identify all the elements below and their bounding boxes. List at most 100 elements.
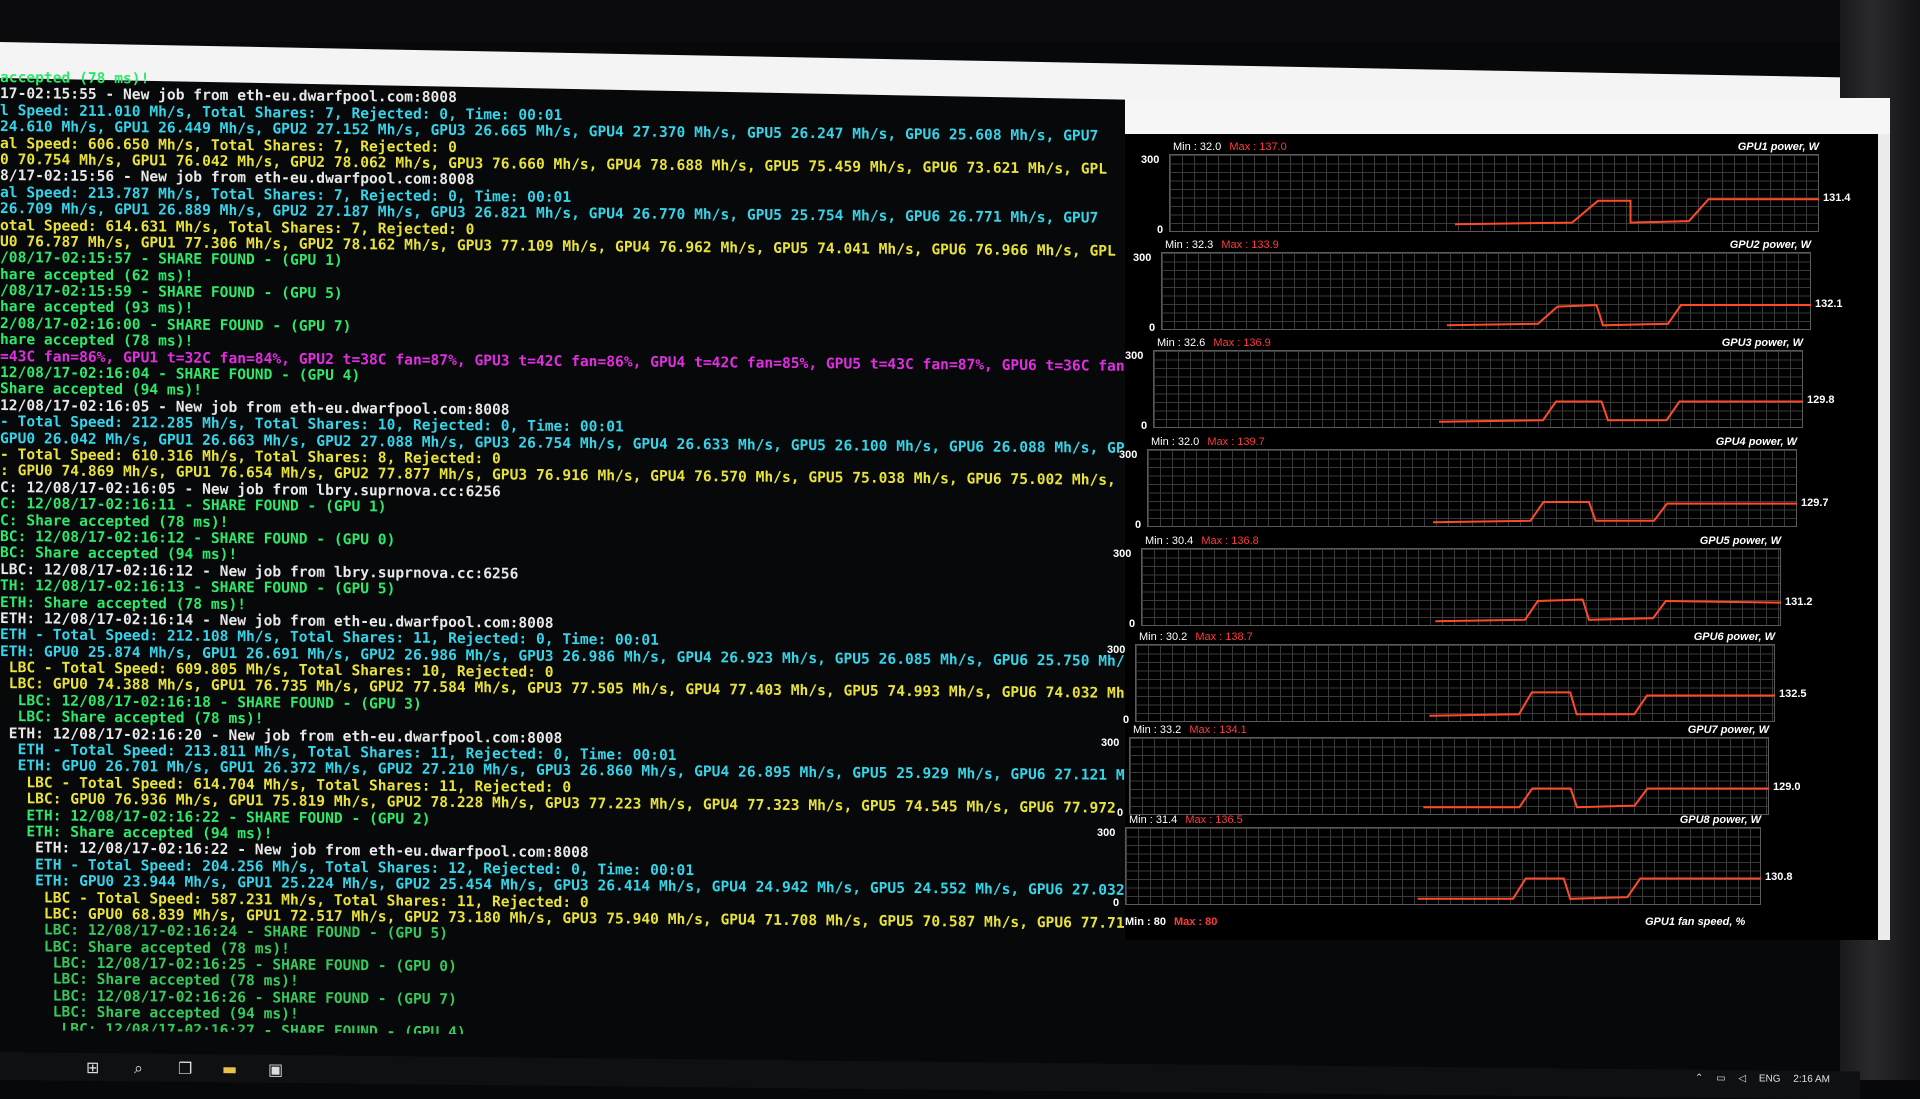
power-line-chart xyxy=(1417,877,1761,900)
max-value: Max : 138.7 xyxy=(1195,631,1253,643)
max-value: Max : 136.8 xyxy=(1201,535,1259,547)
min-value: Min : 32.0 xyxy=(1173,141,1222,153)
min-value: Min : 32.6 xyxy=(1157,337,1206,349)
windows-start-icon[interactable]: ⊞ xyxy=(86,1058,99,1077)
network-icon[interactable]: ▭ xyxy=(1716,1073,1725,1084)
axis-max-label: 300 xyxy=(1097,827,1116,839)
axis-min-label: 0 xyxy=(1123,714,1130,726)
power-series-line xyxy=(1429,691,1775,717)
current-value: 131.2 xyxy=(1785,595,1813,608)
gpu-monitor-title-bar[interactable] xyxy=(1125,98,1890,134)
min-value: Min : 32.0 xyxy=(1151,436,1200,448)
language-indicator[interactable]: ENG xyxy=(1759,1073,1781,1084)
power-line-chart xyxy=(1423,787,1769,809)
max-value: Max : 134.1 xyxy=(1189,724,1247,736)
fan-speed-readout: Min : 80 Max : 80 xyxy=(1125,916,1217,928)
system-tray: ⌃ ▭ ◁ ENG 2:16 AM xyxy=(1685,1073,1830,1085)
power-line-chart xyxy=(1454,198,1819,226)
min-max-readout: Min : 32.0 Max : 139.7 xyxy=(1151,436,1265,448)
axis-min-label: 0 xyxy=(1141,420,1148,432)
gpu-power-plot: 300 0 Min : 30.4 Max : 136.8 GPU5 power, W 13… xyxy=(1113,535,1813,630)
power-series-line xyxy=(1446,303,1811,327)
axis-min-label: 0 xyxy=(1149,322,1156,334)
plot-title: GPU6 power, W xyxy=(1693,631,1775,643)
plot-title: GPU4 power, W xyxy=(1715,436,1797,448)
gpu-monitor-scrollbar[interactable] xyxy=(1878,134,1890,940)
axis-max-label: 300 xyxy=(1113,548,1132,560)
power-line-chart xyxy=(1435,598,1781,623)
current-value: 132.5 xyxy=(1779,688,1807,701)
current-value: 129.7 xyxy=(1801,496,1829,509)
plot-title: GPU2 power, W xyxy=(1729,239,1811,251)
fan-plot-title: GPU1 fan speed, % xyxy=(1645,916,1746,928)
gpu-power-plot: 300 0 Min : 31.4 Max : 136.5 GPU8 power, W 13… xyxy=(1097,814,1793,909)
windows-taskbar: ⊞ ⌕ ❐ ▬ ▣ ⌃ ▭ ◁ ENG 2:16 AM xyxy=(0,1052,1860,1099)
min-value: Min : 30.4 xyxy=(1145,535,1194,547)
power-line-chart xyxy=(1429,691,1775,717)
clock-time[interactable]: 2:16 AM xyxy=(1793,1074,1830,1085)
min-value: Min : 31.4 xyxy=(1129,814,1178,826)
axis-min-label: 0 xyxy=(1129,618,1136,630)
power-series-line xyxy=(1454,198,1819,226)
min-value: Min : 33.2 xyxy=(1133,724,1182,736)
min-max-readout: Min : 30.4 Max : 136.8 xyxy=(1145,535,1259,547)
min-max-readout: Min : 33.2 Max : 134.1 xyxy=(1133,724,1247,736)
miner-console-output[interactable]: accepted (78 ms)! 17-02:15:55 - New job f… xyxy=(0,70,1125,1040)
axis-max-label: 300 xyxy=(1107,644,1126,656)
min-value: Min : 32.3 xyxy=(1165,239,1214,251)
power-series-line xyxy=(1423,787,1769,809)
max-value: Max : 137.0 xyxy=(1229,141,1287,153)
gpu-power-plot: 300 0 Min : 32.0 Max : 139.7 GPU4 power, W 12… xyxy=(1119,436,1829,531)
min-max-readout: Min : 32.3 Max : 133.9 xyxy=(1165,239,1279,251)
axis-min-label: 0 xyxy=(1135,519,1142,531)
fan-max-value: Max : 80 xyxy=(1173,916,1218,928)
plot-title: GPU3 power, W xyxy=(1721,337,1803,349)
power-series-line xyxy=(1432,501,1797,524)
min-max-readout: Min : 32.6 Max : 136.9 xyxy=(1157,337,1271,349)
current-value: 129.0 xyxy=(1773,781,1801,794)
axis-max-label: 300 xyxy=(1125,350,1144,362)
min-max-readout: Min : 30.2 Max : 138.7 xyxy=(1139,631,1253,643)
current-value: 129.8 xyxy=(1807,394,1835,407)
current-value: 130.8 xyxy=(1765,871,1793,884)
plot-title: GPU1 power, W xyxy=(1737,141,1819,153)
plot-title: GPU8 power, W xyxy=(1679,814,1761,826)
max-value: Max : 136.5 xyxy=(1185,814,1243,826)
current-value: 132.1 xyxy=(1815,298,1843,311)
fan-min-value: Min : 80 xyxy=(1125,916,1166,928)
power-line-chart xyxy=(1438,400,1803,423)
volume-icon[interactable]: ◁ xyxy=(1738,1073,1746,1084)
current-value: 131.4 xyxy=(1823,192,1851,205)
chevron-up-icon[interactable]: ⌃ xyxy=(1695,1073,1703,1084)
gpu-power-plot: 300 0 Min : 30.2 Max : 138.7 GPU6 power, W 13… xyxy=(1107,631,1807,726)
search-icon[interactable]: ⌕ xyxy=(134,1058,143,1078)
min-value: Min : 30.2 xyxy=(1139,631,1188,643)
power-line-chart xyxy=(1446,303,1811,327)
task-view-icon[interactable]: ❐ xyxy=(178,1059,192,1078)
max-value: Max : 133.9 xyxy=(1221,239,1279,251)
power-series-line xyxy=(1435,598,1781,623)
axis-min-label: 0 xyxy=(1117,807,1124,819)
axis-max-label: 300 xyxy=(1141,154,1160,166)
gpu-power-plot: 300 0 Min : 32.0 Max : 137.0 GPU1 power, W 13… xyxy=(1141,141,1851,236)
plot-title: GPU7 power, W xyxy=(1687,724,1769,736)
file-explorer-icon[interactable]: ▬ xyxy=(222,1059,237,1078)
axis-min-label: 0 xyxy=(1157,224,1164,236)
gpu-power-graphs: 300 0 Min : 32.0 Max : 137.0 GPU1 power, W 13… xyxy=(1097,134,1885,940)
power-series-line xyxy=(1438,400,1803,423)
max-value: Max : 139.7 xyxy=(1207,436,1265,448)
axis-max-label: 300 xyxy=(1101,737,1120,749)
gpu-power-plot: 300 0 Min : 32.6 Max : 136.9 GPU3 power, W 12… xyxy=(1125,337,1835,432)
monitor-bezel xyxy=(0,0,1920,42)
min-max-readout: Min : 31.4 Max : 136.5 xyxy=(1129,814,1243,826)
power-line-chart xyxy=(1432,501,1797,524)
power-series-line xyxy=(1417,877,1761,900)
axis-max-label: 300 xyxy=(1133,252,1152,264)
min-max-readout: Min : 32.0 Max : 137.0 xyxy=(1173,141,1287,153)
gpu-monitor-window[interactable]: 300 0 Min : 32.0 Max : 137.0 GPU1 power, W 13… xyxy=(1097,98,1890,940)
plot-title: GPU5 power, W xyxy=(1699,535,1781,547)
axis-min-label: 0 xyxy=(1113,897,1120,909)
console-app-icon[interactable]: ▣ xyxy=(268,1060,283,1079)
gpu-power-plot: 300 0 Min : 32.3 Max : 133.9 GPU2 power, W 13… xyxy=(1133,239,1843,334)
gpu-power-plot: 300 0 Min : 33.2 Max : 134.1 GPU7 power, W 12… xyxy=(1101,724,1801,819)
